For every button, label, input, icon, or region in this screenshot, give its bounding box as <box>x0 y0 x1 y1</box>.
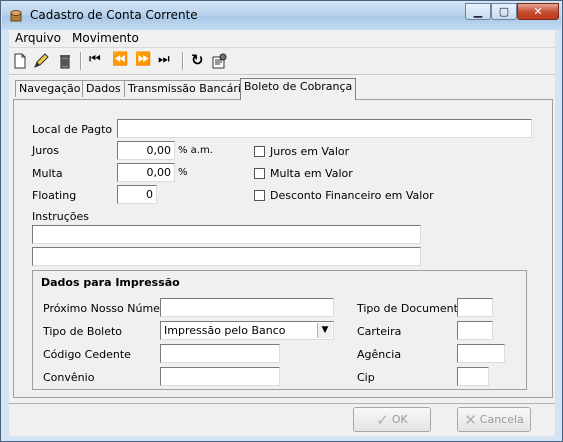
ok-button[interactable]: ✓ OK <box>353 407 431 432</box>
menu-arquivo[interactable]: Arquivo <box>15 31 61 45</box>
previous-record-icon[interactable]: ⏪ <box>112 52 128 68</box>
local-pagto-label: Local de Pagto <box>32 123 113 136</box>
tab-boleto-cobranca[interactable]: Boleto de Cobrança <box>240 78 357 100</box>
delete-icon[interactable] <box>57 53 73 69</box>
button-bar: ✓ OK ✕ Cancela <box>9 403 555 436</box>
tab-label: Dados <box>86 82 121 95</box>
tab-label: Navegação <box>19 82 81 95</box>
codigo-cedente-input[interactable] <box>160 344 280 363</box>
instrucoes-line2-input[interactable] <box>32 247 421 266</box>
agencia-label: Agência <box>357 348 402 361</box>
instrucoes-line1-input[interactable] <box>32 225 421 244</box>
chevron-down-icon[interactable]: ▼ <box>317 323 332 338</box>
tab-dados[interactable]: Dados <box>82 80 125 97</box>
title-bar[interactable]: Cadastro de Conta Corrente ▁ ▢ ✕ <box>2 2 561 30</box>
window: Cadastro de Conta Corrente ▁ ▢ ✕ Arquivo… <box>0 0 563 442</box>
multa-label: Multa <box>32 167 63 180</box>
dados-impressao-group: Dados para Impressão Próximo Nosso Númer… <box>32 270 527 390</box>
next-record-icon[interactable]: ⏩ <box>135 52 151 68</box>
tab-page-boleto: Local de Pagto Juros 0,00 % a.m. Multa 0… <box>13 99 553 398</box>
cancel-label: Cancela <box>479 413 524 426</box>
codigo-cedente-label: Código Cedente <box>43 348 131 361</box>
multa-em-valor-checkbox[interactable] <box>254 168 265 179</box>
tipo-documento-input[interactable] <box>457 298 493 317</box>
first-record-icon[interactable]: ⏮ <box>89 52 105 68</box>
toolbar: ⏮ ⏪ ⏩ ⏭ ↻ <box>9 48 555 75</box>
agencia-input[interactable] <box>457 344 505 363</box>
multa-unit: % <box>178 167 188 178</box>
carteira-label: Carteira <box>357 325 402 338</box>
properties-icon[interactable] <box>211 53 227 69</box>
maximize-button[interactable]: ▢ <box>491 3 517 20</box>
cip-label: Cip <box>357 371 375 384</box>
desconto-financeiro-checkbox[interactable] <box>254 190 265 201</box>
group-title: Dados para Impressão <box>41 276 180 289</box>
toolbar-separator <box>182 52 184 70</box>
check-icon: ✓ <box>376 410 389 429</box>
toolbar-separator <box>80 52 82 70</box>
convenio-label: Convênio <box>43 371 95 384</box>
proximo-nosso-numero-label: Próximo Nosso Número <box>43 302 171 315</box>
close-button[interactable]: ✕ <box>517 3 559 20</box>
minimize-button[interactable]: ▁ <box>465 3 491 20</box>
juros-em-valor-label: Juros em Valor <box>270 145 350 158</box>
tab-transmissao-bancaria[interactable]: Transmissão Bancária <box>124 80 252 97</box>
refresh-icon[interactable]: ↻ <box>191 51 207 69</box>
menu-movimento[interactable]: Movimento <box>72 31 139 45</box>
tab-navegacao[interactable]: Navegação <box>15 80 85 97</box>
desconto-financeiro-label: Desconto Financeiro em Valor <box>270 189 434 202</box>
convenio-input[interactable] <box>160 367 280 386</box>
client-area: Arquivo Movimento ⏮ ⏪ ⏩ ⏭ ↻ Navegação Da… <box>9 30 555 436</box>
juros-em-valor-checkbox[interactable] <box>254 146 265 157</box>
new-icon[interactable] <box>12 53 28 69</box>
close-icon: ✕ <box>464 410 477 429</box>
multa-input[interactable]: 0,00 <box>117 163 175 182</box>
juros-label: Juros <box>32 144 59 157</box>
ok-label: OK <box>391 413 408 426</box>
app-icon <box>10 10 22 22</box>
juros-input[interactable]: 0,00 <box>117 141 175 160</box>
menu-bar: Arquivo Movimento <box>9 30 555 48</box>
edit-icon[interactable] <box>33 53 49 69</box>
tab-label: Boleto de Cobrança <box>244 80 353 93</box>
tipo-documento-label: Tipo de Documento <box>357 302 465 315</box>
tipo-boleto-label: Tipo de Boleto <box>43 325 123 338</box>
local-pagto-input[interactable] <box>117 119 532 138</box>
juros-unit: % a.m. <box>178 145 213 156</box>
floating-input[interactable]: 0 <box>117 185 157 204</box>
tipo-boleto-select[interactable]: Impressão pelo Banco ▼ <box>160 321 334 340</box>
window-title: Cadastro de Conta Corrente <box>30 8 198 22</box>
cip-input[interactable] <box>457 367 489 386</box>
last-record-icon[interactable]: ⏭ <box>158 52 174 68</box>
carteira-input[interactable] <box>457 321 493 340</box>
tipo-boleto-value: Impressão pelo Banco <box>164 324 286 337</box>
tab-strip: Navegação Dados Transmissão Bancária Bol… <box>13 78 553 100</box>
instrucoes-label: Instruções <box>32 210 90 223</box>
multa-em-valor-label: Multa em Valor <box>270 167 353 180</box>
floating-label: Floating <box>32 189 77 202</box>
cancel-button[interactable]: ✕ Cancela <box>457 407 531 432</box>
tab-label: Transmissão Bancária <box>128 82 248 95</box>
proximo-nosso-numero-input[interactable] <box>160 298 334 317</box>
